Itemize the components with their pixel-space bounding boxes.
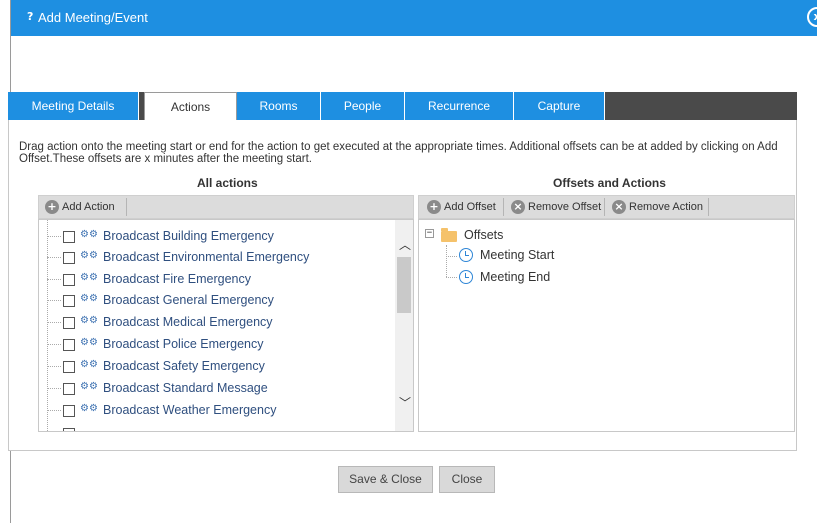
chevron-up-icon[interactable]: ︿ [399, 236, 411, 253]
gears-icon: ⚙⚙ [80, 337, 98, 348]
plus-icon: + [427, 200, 441, 214]
action-label: Broadcast Fire Emergency [103, 272, 251, 286]
help-icon[interactable]: ? [27, 11, 38, 23]
action-label: Broadcast Weather Emergency [103, 403, 277, 417]
tree-connector [446, 277, 457, 278]
action-checkbox[interactable] [63, 428, 75, 431]
all-actions-list[interactable]: ⚙⚙ Broadcast Building Emergency ⚙⚙ Broad… [38, 219, 414, 432]
gears-icon: ⚙⚙ [80, 250, 98, 261]
offsets-toolbar: + Add Offset × Remove Offset × Remove Ac… [418, 195, 795, 219]
action-label: Broadcast Police Emergency [103, 337, 264, 351]
folder-icon [441, 228, 457, 242]
gears-icon: ⚙⚙ [80, 229, 98, 240]
remove-offset-label: Remove Offset [528, 201, 602, 213]
title-bar: ? Add Meeting/Event x [11, 0, 817, 36]
action-checkbox[interactable] [63, 252, 75, 264]
action-label: Broadcast Standard Message [103, 381, 268, 395]
tree-node-offsets[interactable]: Offsets [464, 228, 503, 242]
tree-connector [47, 344, 61, 345]
tab-actions[interactable]: Actions [144, 92, 237, 121]
list-item[interactable]: ⚙⚙ Broadcast Environmental Emergency [39, 247, 389, 269]
list-item[interactable]: ⚙⚙ Broadcast Medical Emergency [39, 312, 389, 334]
tab-rooms[interactable]: Rooms [237, 92, 321, 120]
remove-offset-button[interactable]: × Remove Offset [507, 196, 601, 218]
offsets-tree[interactable]: − Offsets Meeting Start Meeting End [418, 219, 795, 432]
add-offset-button[interactable]: + Add Offset [423, 196, 496, 218]
close-button[interactable]: Close [439, 466, 495, 493]
remove-action-button[interactable]: × Remove Action [608, 196, 703, 218]
gears-icon: ⚙⚙ [80, 272, 98, 283]
action-checkbox[interactable] [63, 295, 75, 307]
tree-connector [47, 366, 61, 367]
action-label: Broadcast Environmental Emergency [103, 250, 310, 264]
action-checkbox[interactable] [63, 231, 75, 243]
remove-icon: × [612, 200, 626, 214]
list-item[interactable]: ⚙⚙ Broadcast Safety Emergency [39, 356, 389, 378]
add-action-button[interactable]: + Add Action [41, 196, 115, 218]
all-actions-toolbar: + Add Action [38, 195, 414, 219]
tree-connector [47, 388, 61, 389]
tree-node-meeting-start[interactable]: Meeting Start [480, 248, 554, 262]
toolbar-separator [503, 198, 504, 216]
dialog-title: Add Meeting/Event [38, 10, 148, 25]
close-icon[interactable]: x [807, 7, 817, 27]
tab-bar: Meeting Details Actions Rooms People Rec… [8, 92, 797, 121]
tree-connector [47, 236, 61, 237]
vertical-scrollbar[interactable]: ︿ ﹀ [395, 220, 413, 431]
remove-icon: × [511, 200, 525, 214]
list-item[interactable]: ⚙⚙ Broadcast Weather Emergency [39, 400, 389, 422]
action-checkbox[interactable] [63, 339, 75, 351]
list-item[interactable]: ⚙⚙ Broadcast Fire Emergency [39, 269, 389, 291]
tab-capture[interactable]: Capture [514, 92, 605, 120]
tree-connector [47, 257, 61, 258]
all-actions-title: All actions [197, 176, 258, 190]
save-close-button[interactable]: Save & Close [338, 466, 433, 493]
tree-connector [47, 410, 61, 411]
action-label: Broadcast Safety Emergency [103, 359, 265, 373]
tree-connector [47, 279, 61, 280]
gears-icon: ⚙⚙ [80, 315, 98, 326]
clock-icon [459, 270, 473, 284]
action-checkbox[interactable] [63, 317, 75, 329]
instructions-text: Drag action onto the meeting start or en… [19, 141, 778, 165]
plus-icon: + [45, 200, 59, 214]
tab-recurrence[interactable]: Recurrence [405, 92, 514, 120]
action-checkbox[interactable] [63, 274, 75, 286]
gears-icon: ⚙⚙ [80, 403, 98, 414]
tree-connector [446, 256, 457, 257]
remove-action-label: Remove Action [629, 201, 703, 213]
gears-icon: ⚙⚙ [80, 359, 98, 370]
gears-icon: ⚙⚙ [80, 293, 98, 304]
gears-icon: ⚙⚙ [80, 381, 98, 392]
tree-connector [47, 322, 61, 323]
offsets-title: Offsets and Actions [553, 176, 666, 190]
list-item[interactable]: ⚙⚙ Broadcast Police Emergency [39, 334, 389, 356]
toolbar-separator [126, 198, 127, 216]
action-label: Broadcast Building Emergency [103, 229, 274, 243]
tree-connector [47, 300, 61, 301]
action-checkbox[interactable] [63, 383, 75, 395]
chevron-down-icon[interactable]: ﹀ [399, 394, 411, 411]
tree-node-meeting-end[interactable]: Meeting End [480, 270, 550, 284]
action-label: Broadcast Medical Emergency [103, 315, 273, 329]
list-item[interactable]: ⚙⚙ Broadcast Standard Message [39, 378, 389, 400]
list-item[interactable]: ⚙⚙ Broadcast Building Emergency [39, 226, 389, 248]
list-item[interactable]: ⚙⚙ Broadcast General Emergency [39, 290, 389, 312]
list-item-partial[interactable] [39, 423, 389, 431]
scrollbar-thumb[interactable] [397, 257, 411, 313]
tab-meeting-details[interactable]: Meeting Details [8, 92, 139, 120]
clock-icon [459, 248, 473, 262]
collapse-icon[interactable]: − [425, 229, 434, 238]
toolbar-separator [708, 198, 709, 216]
action-label: Broadcast General Emergency [103, 293, 274, 307]
action-checkbox[interactable] [63, 361, 75, 373]
action-checkbox[interactable] [63, 405, 75, 417]
tree-guide-line [446, 245, 447, 277]
add-offset-label: Add Offset [444, 201, 496, 213]
add-action-label: Add Action [62, 201, 115, 213]
toolbar-separator [604, 198, 605, 216]
tab-people[interactable]: People [321, 92, 405, 120]
